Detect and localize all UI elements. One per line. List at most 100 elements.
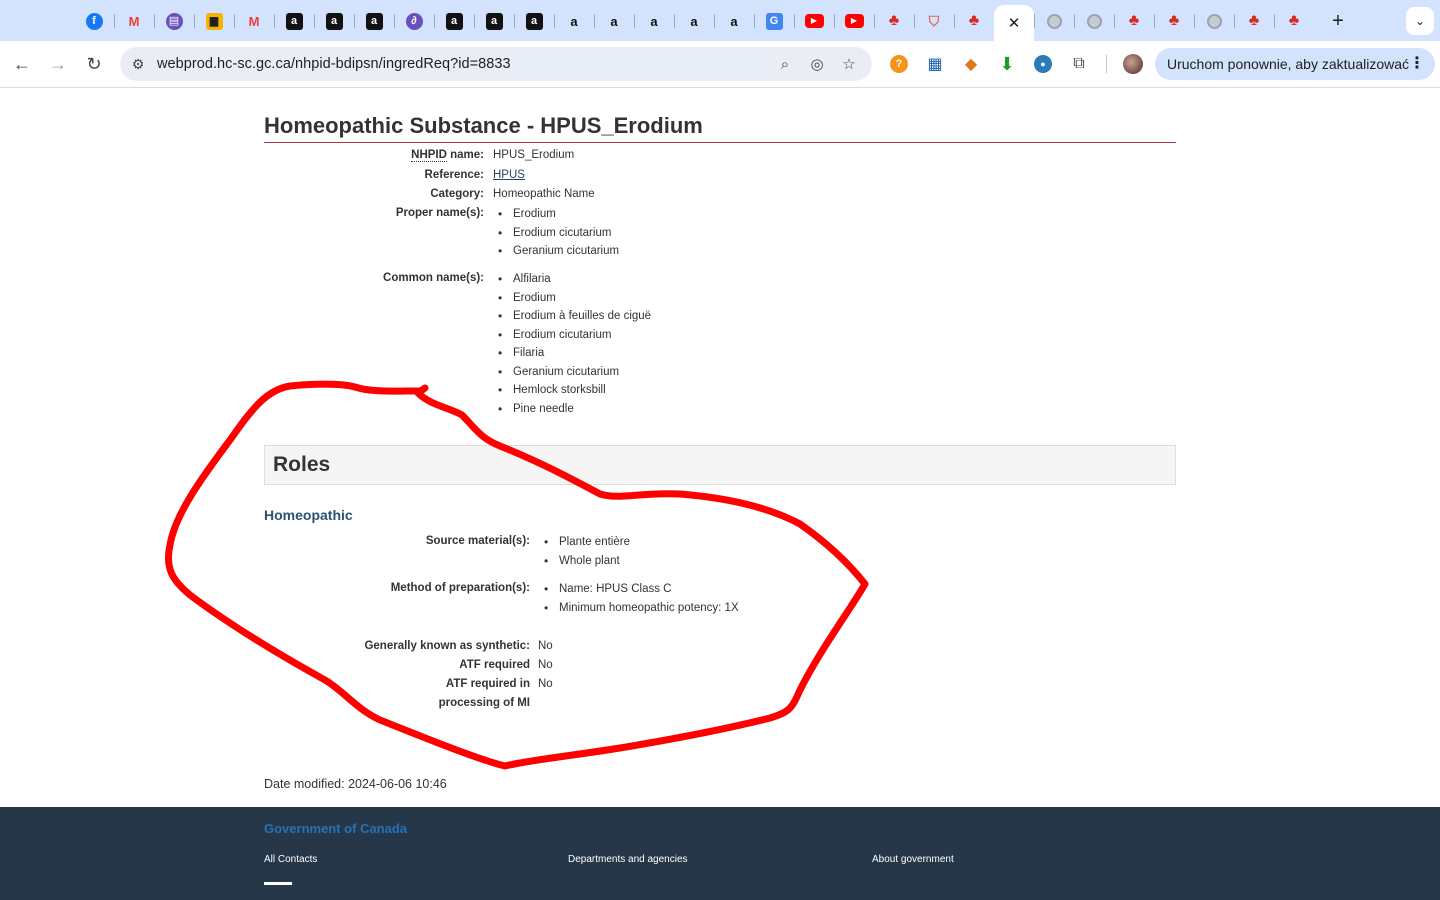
- tab-separator: [714, 14, 715, 28]
- nhpid-name-value: HPUS_Erodium: [493, 149, 575, 161]
- amazon-smile-icon: a: [730, 13, 738, 29]
- site-settings-icon[interactable]: ⚙: [128, 54, 148, 74]
- tab-separator: [794, 14, 795, 28]
- canada-leaf-icon: ♣: [1168, 12, 1180, 29]
- browser-tab[interactable]: ⛉: [920, 7, 948, 35]
- browser-tab[interactable]: a: [520, 7, 548, 35]
- reload-button[interactable]: ↻: [81, 51, 107, 77]
- bookmark-star-icon[interactable]: ☆: [838, 53, 860, 75]
- metamask-fox-icon[interactable]: ◆: [960, 53, 982, 75]
- browser-tab[interactable]: [1040, 7, 1068, 35]
- tab-search-button[interactable]: ⌄: [1406, 7, 1434, 35]
- browser-tab[interactable]: a: [440, 7, 468, 35]
- tab-separator: [354, 14, 355, 28]
- amazon-smile-icon: a: [690, 13, 698, 29]
- tab-separator: [1154, 14, 1155, 28]
- extension-round-icon[interactable]: ●: [1034, 55, 1052, 73]
- new-tab-button[interactable]: +: [1326, 9, 1350, 33]
- footer-link-all-contacts[interactable]: All Contacts: [264, 854, 317, 865]
- browser-tab[interactable]: ▶: [840, 7, 868, 35]
- browser-tab[interactable]: a: [480, 7, 508, 35]
- browser-tab[interactable]: ♣: [880, 7, 908, 35]
- atf-required-label: ATF required: [459, 659, 530, 671]
- gmail-icon: M: [248, 13, 260, 29]
- eye-slash-icon[interactable]: ◎: [806, 53, 828, 75]
- nhpid-name-label-rest: name:: [446, 149, 484, 161]
- more-menu-icon[interactable]: ⋮: [1409, 53, 1425, 73]
- browser-tab[interactable]: ▶: [800, 7, 828, 35]
- amazon-smile-icon: a: [610, 13, 618, 29]
- browser-tab[interactable]: ♣: [960, 7, 988, 35]
- url-host: webprod.hc-sc.gc.ca: [157, 56, 291, 72]
- extension-orange-icon[interactable]: ?: [890, 55, 908, 73]
- forward-arrow-icon: →: [49, 53, 67, 74]
- download-arrow-icon[interactable]: ⬇: [996, 53, 1018, 75]
- browser-tab[interactable]: G: [760, 7, 788, 35]
- extensions-puzzle-icon[interactable]: ⧉: [1068, 53, 1090, 75]
- address-bar[interactable]: ⚙ webprod.hc-sc.gc.ca/nhpid-bdipsn/ingre…: [120, 47, 872, 81]
- browser-toolbar: ← → ↻ ⚙ webprod.hc-sc.gc.ca/nhpid-bdipsn…: [0, 41, 1440, 88]
- atf-processing-value: No: [538, 678, 553, 690]
- browser-tab[interactable]: M: [240, 7, 268, 35]
- browser-tab[interactable]: ▤: [160, 7, 188, 35]
- common-names-label: Common name(s):: [383, 272, 484, 284]
- tab-separator: [434, 14, 435, 28]
- browser-tab[interactable]: [1200, 7, 1228, 35]
- browser-tab[interactable]: a: [360, 7, 388, 35]
- reload-icon: ↻: [86, 53, 102, 74]
- footer-link-departments[interactable]: Departments and agencies: [568, 854, 688, 865]
- method-item: Minimum homeopathic potency: 1X: [539, 601, 739, 620]
- reference-link[interactable]: HPUS: [493, 169, 525, 181]
- zoom-icon[interactable]: ⌕: [774, 53, 796, 75]
- globe-icon: [1086, 13, 1102, 29]
- tab-separator: [554, 14, 555, 28]
- nhpid-name-label: NHPID name:: [360, 149, 484, 162]
- browser-tab[interactable]: a: [280, 7, 308, 35]
- profile-avatar[interactable]: [1123, 54, 1143, 74]
- forward-button[interactable]: →: [45, 51, 71, 77]
- canada-leaf-icon: ♣: [888, 12, 900, 29]
- tab-separator: [114, 14, 115, 28]
- browser-tab[interactable]: ✕: [994, 5, 1034, 41]
- browser-tab[interactable]: ∂: [400, 7, 428, 35]
- browser-tab[interactable]: f: [80, 7, 108, 35]
- common-name-item: Erodium à feuilles de ciguë: [493, 309, 651, 328]
- amazon-icon: a: [485, 12, 503, 30]
- update-restart-button[interactable]: Uruchom ponownie, aby zaktualizować ⋮: [1155, 48, 1435, 80]
- close-tab-icon[interactable]: ✕: [1008, 14, 1021, 32]
- roles-heading: Roles: [273, 453, 331, 476]
- amazon-icon: a: [285, 12, 303, 30]
- tab-separator: [914, 14, 915, 28]
- synthetic-label: Generally known as synthetic:: [364, 640, 530, 652]
- browser-tab[interactable]: a: [680, 7, 708, 35]
- tab-separator: [474, 14, 475, 28]
- browser-tab[interactable]: ♣: [1280, 7, 1308, 35]
- method-preparation-list: Name: HPUS Class CMinimum homeopathic po…: [539, 582, 739, 619]
- browser-tab[interactable]: a: [720, 7, 748, 35]
- extension-grid-icon[interactable]: ▦: [924, 53, 946, 75]
- common-name-item: Erodium: [493, 291, 651, 310]
- common-name-item: Filaria: [493, 346, 651, 365]
- browser-tab[interactable]: a: [600, 7, 628, 35]
- browser-tab[interactable]: ♣: [1240, 7, 1268, 35]
- browser-tab[interactable]: a: [560, 7, 588, 35]
- browser-tab[interactable]: a: [640, 7, 668, 35]
- proper-name-item: Geranium cicutarium: [493, 244, 619, 263]
- reference-label: Reference:: [424, 169, 484, 181]
- method-item: Name: HPUS Class C: [539, 582, 739, 601]
- browser-tab[interactable]: M: [120, 7, 148, 35]
- browser-tab[interactable]: ♣: [1120, 7, 1148, 35]
- synthetic-value: No: [538, 640, 553, 652]
- back-button[interactable]: ←: [9, 51, 35, 77]
- browser-tab[interactable]: a: [320, 7, 348, 35]
- url-text[interactable]: webprod.hc-sc.gc.ca/nhpid-bdipsn/ingredR…: [157, 56, 511, 72]
- browser-tab[interactable]: [1080, 7, 1108, 35]
- amazon-icon: a: [365, 12, 383, 30]
- tab-separator: [634, 14, 635, 28]
- nhpid-abbr: NHPID: [411, 149, 447, 162]
- footer-link-about-government[interactable]: About government: [872, 854, 954, 865]
- browser-tab[interactable]: ▆: [200, 7, 228, 35]
- tab-separator: [1034, 14, 1035, 28]
- tab-separator: [154, 14, 155, 28]
- browser-tab[interactable]: ♣: [1160, 7, 1188, 35]
